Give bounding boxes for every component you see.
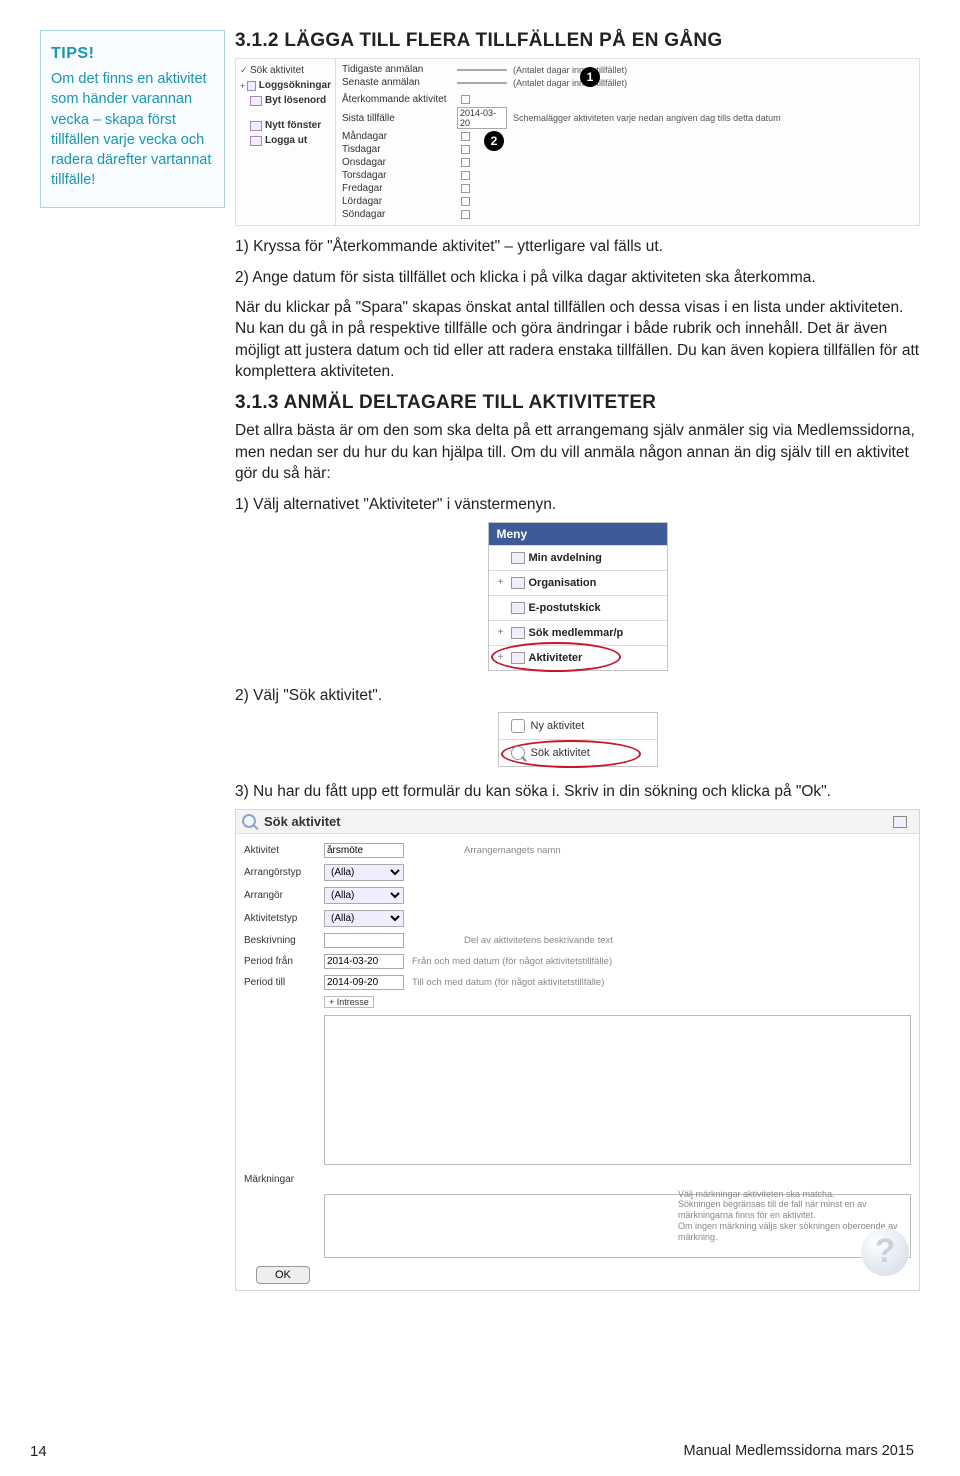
checkbox-ons[interactable] — [461, 158, 470, 167]
menu-sok-aktivitet: Sök aktivitet — [250, 65, 304, 76]
badge-2: 2 — [484, 131, 504, 151]
para-312: När du klickar på "Spara" skapas önskat … — [235, 297, 920, 383]
document-icon — [511, 719, 525, 733]
folder-icon — [247, 81, 256, 91]
heading-313: 3.1.3 ANMÄL DELTAGARE TILL AKTIVITETER — [235, 392, 920, 414]
help-icon[interactable]: ? — [861, 1228, 909, 1276]
form-title: Sök aktivitet — [264, 814, 341, 829]
note-senaste: (Antalet dagar innan tillfället) — [513, 78, 627, 88]
menu-nytt-fonster: Nytt fönster — [265, 120, 321, 131]
menu-item-aktiviteter[interactable]: +Aktiviteter — [489, 645, 667, 670]
label-ons: Onsdagar — [342, 157, 457, 168]
menu-item-organisation[interactable]: +Organisation — [489, 570, 667, 595]
page-number: 14 — [30, 1443, 47, 1460]
expand-intresse[interactable]: + Intresse — [324, 996, 374, 1008]
note-sista: Schemalägger aktiviteten varje nedan ang… — [513, 113, 781, 123]
label-man: Måndagar — [342, 131, 457, 142]
logout-icon — [250, 136, 262, 146]
input-aktivitet[interactable] — [324, 843, 404, 858]
label-period-till: Period till — [244, 977, 324, 988]
intro-313: Det allra bästa är om den som ska delta … — [235, 420, 920, 484]
screenshot-menu: Meny Min avdelning +Organisation E-postu… — [488, 522, 668, 671]
tip-text: Om det finns en aktivitet som händer var… — [51, 69, 214, 191]
print-icon[interactable] — [893, 816, 907, 828]
menu-header: Meny — [489, 523, 667, 545]
input-beskrivning[interactable] — [324, 933, 404, 948]
input-period-fran[interactable] — [324, 954, 404, 969]
menu-loggsokningar: Loggsökningar — [259, 80, 331, 91]
label-aktivitetstyp: Aktivitetstyp — [244, 913, 324, 924]
person-icon — [511, 627, 525, 639]
input-tidigaste[interactable] — [457, 69, 507, 71]
select-arrangorstyp[interactable]: (Alla) — [324, 864, 404, 881]
label-arrangorstyp: Arrangörstyp — [244, 867, 324, 878]
menu-item-sok-medlemmar[interactable]: +Sök medlemmar/p — [489, 620, 667, 645]
label-fre: Fredagar — [342, 183, 457, 194]
checkbox-aterkommande[interactable] — [461, 95, 470, 104]
hint-period-fran: Från och med datum (för något aktivitets… — [412, 956, 612, 967]
label-markningar: Märkningar — [244, 1174, 324, 1185]
key-icon — [250, 96, 262, 106]
submenu-sok-aktivitet[interactable]: Sök aktivitet — [499, 739, 657, 766]
listbox-markningar[interactable]: Välj märkningar aktiviteten ska matcha. … — [324, 1194, 911, 1258]
screenshot-recurrence: ✓Sök aktivitet +Loggsökningar Byt löseno… — [235, 58, 920, 226]
folder-icon — [511, 577, 525, 589]
page-footer: 14 Manual Medlemssidorna mars 2015 — [0, 1443, 960, 1460]
step-313-2: 2) Välj "Sök aktivitet". — [235, 685, 920, 706]
step-312-2: 2) Ange datum för sista tillfället och k… — [235, 267, 920, 288]
window-icon — [250, 121, 262, 131]
screenshot-submenu: Ny aktivitet Sök aktivitet — [498, 712, 658, 767]
step-312-1: 1) Kryssa för "Återkommande aktivitet" –… — [235, 236, 920, 257]
mail-icon — [511, 602, 525, 614]
tip-box: TIPS! Om det finns en aktivitet som händ… — [40, 30, 225, 208]
label-senaste: Senaste anmälan — [342, 77, 457, 88]
footer-caption: Manual Medlemssidorna mars 2015 — [684, 1443, 915, 1460]
checkbox-man[interactable] — [461, 132, 470, 141]
badge-1: 1 — [580, 67, 600, 87]
house-icon — [511, 552, 525, 564]
step-313-1: 1) Välj alternativet "Aktiviteter" i vän… — [235, 494, 920, 515]
label-tis: Tisdagar — [342, 144, 457, 155]
select-aktivitetstyp[interactable]: (Alla) — [324, 910, 404, 927]
menu-byt-losenord: Byt lösenord — [265, 95, 326, 106]
ok-button[interactable]: OK — [256, 1266, 310, 1284]
hint-period-till: Till och med datum (för något aktivitets… — [412, 977, 604, 988]
checkbox-son[interactable] — [461, 210, 470, 219]
menu-item-epost[interactable]: E-postutskick — [489, 595, 667, 620]
menu-item-min-avdelning[interactable]: Min avdelning — [489, 545, 667, 570]
hint-beskrivning: Del av aktivitetens beskrivande text — [464, 935, 613, 946]
listbox-intresse[interactable] — [324, 1015, 911, 1165]
label-tidigaste: Tidigaste anmälan — [342, 64, 457, 75]
screenshot-search-form: Sök aktivitet Aktivitet Arrangemangets n… — [235, 809, 920, 1291]
checkbox-lor[interactable] — [461, 197, 470, 206]
checkbox-tor[interactable] — [461, 171, 470, 180]
label-beskrivning: Beskrivning — [244, 935, 324, 946]
input-senaste[interactable] — [457, 82, 507, 84]
menu-logga-ut: Logga ut — [265, 135, 307, 146]
label-aterkommande: Återkommande aktivitet — [342, 94, 457, 105]
label-tor: Torsdagar — [342, 170, 457, 181]
note-tidigaste: (Antalet dagar innan tillfället) — [513, 65, 627, 75]
submenu-ny-aktivitet[interactable]: Ny aktivitet — [499, 713, 657, 739]
label-aktivitet: Aktivitet — [244, 845, 324, 856]
step-313-3: 3) Nu har du fått upp ett formulär du ka… — [235, 781, 920, 802]
label-arrangor: Arrangör — [244, 890, 324, 901]
activity-icon — [511, 652, 525, 664]
hint-aktivitet: Arrangemangets namn — [464, 845, 561, 856]
label-sista: Sista tillfälle — [342, 113, 457, 124]
checkbox-fre[interactable] — [461, 184, 470, 193]
heading-312: 3.1.2 LÄGGA TILL FLERA TILLFÄLLEN PÅ EN … — [235, 30, 920, 52]
tip-title: TIPS! — [51, 45, 214, 63]
input-period-till[interactable] — [324, 975, 404, 990]
label-lor: Lördagar — [342, 196, 457, 207]
select-arrangor[interactable]: (Alla) — [324, 887, 404, 904]
checkbox-tis[interactable] — [461, 145, 470, 154]
search-icon — [242, 814, 256, 828]
label-period-fran: Period från — [244, 956, 324, 967]
search-icon — [511, 746, 525, 760]
label-son: Söndagar — [342, 209, 457, 220]
input-sista[interactable]: 2014-03-20 — [457, 107, 507, 129]
